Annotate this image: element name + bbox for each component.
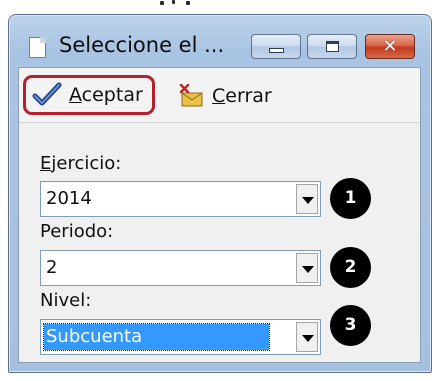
window-title: Seleccione el ... xyxy=(59,33,225,57)
checkmark-icon xyxy=(32,82,62,106)
close-button[interactable]: ✕ xyxy=(365,34,415,59)
ejercicio-label: Ejercicio: xyxy=(40,153,122,174)
step-badge-1: 1 xyxy=(330,178,371,219)
chevron-down-icon[interactable] xyxy=(296,184,318,214)
accept-button[interactable]: Aceptar xyxy=(23,75,155,115)
document-icon xyxy=(29,37,46,58)
periodo-select[interactable]: 2 xyxy=(40,250,321,286)
top-edge-artifact xyxy=(158,0,194,8)
minimize-button[interactable] xyxy=(251,34,301,59)
ejercicio-select[interactable]: 2014 xyxy=(40,181,321,217)
dialog-window: Seleccione el ... ✕ Aceptar Cerrar Ejerc… xyxy=(8,14,432,373)
toolbar: Aceptar Cerrar xyxy=(19,68,420,123)
nivel-value: Subcuenta xyxy=(43,323,270,351)
dialog-body: Aceptar Cerrar Ejercicio: 2014 1 Periodo… xyxy=(18,67,421,363)
periodo-value: 2 xyxy=(46,257,58,278)
title-bar[interactable]: Seleccione el ... ✕ xyxy=(9,15,431,67)
close-dialog-label: Cerrar xyxy=(212,85,272,107)
screenshot-stage: Seleccione el ... ✕ Aceptar Cerrar Ejerc… xyxy=(0,0,438,381)
nivel-label: Nivel: xyxy=(40,290,92,311)
periodo-label: Periodo: xyxy=(40,221,114,242)
accept-label: Aceptar xyxy=(69,84,143,106)
chevron-down-icon[interactable] xyxy=(296,322,318,352)
close-icon: ✕ xyxy=(382,36,398,57)
step-badge-3: 3 xyxy=(330,305,371,346)
chevron-down-icon[interactable] xyxy=(296,253,318,283)
minimize-icon xyxy=(269,48,284,53)
step-badge-2: 2 xyxy=(330,247,371,288)
maximize-icon xyxy=(326,41,339,52)
close-dialog-button[interactable]: Cerrar xyxy=(179,78,289,114)
ejercicio-value: 2014 xyxy=(46,188,92,209)
nivel-select[interactable]: Subcuenta xyxy=(40,319,321,355)
maximize-button[interactable] xyxy=(307,34,357,59)
close-window-icon xyxy=(179,84,203,107)
